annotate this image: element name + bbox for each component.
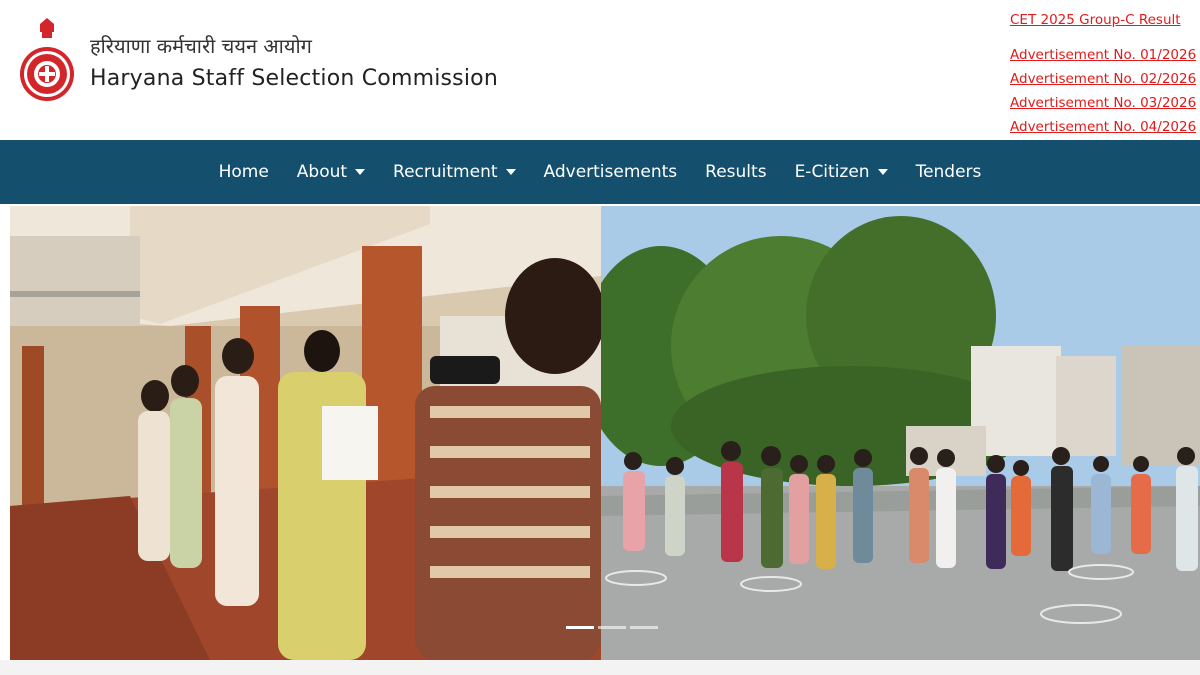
nav-item-results[interactable]: Results (691, 162, 780, 182)
site-header: हरियाणा कर्मचारी चयन आयोग Haryana Staff … (0, 0, 1200, 140)
hero-banner-carousel[interactable] (10, 206, 1200, 660)
nav-item-about[interactable]: About (283, 162, 379, 182)
link-advertisement-02[interactable]: Advertisement No. 02/2026 (1010, 67, 1196, 91)
nav-item-home[interactable]: Home (205, 162, 283, 182)
link-advertisement-03[interactable]: Advertisement No. 03/2026 (1010, 91, 1196, 115)
link-advertisement-04[interactable]: Advertisement No. 04/2026 (1010, 115, 1196, 139)
carousel-indicator-2[interactable] (598, 626, 626, 629)
chevron-down-icon (877, 169, 888, 175)
page-bottom-strip (0, 660, 1200, 675)
nav-item-advertisements[interactable]: Advertisements (530, 162, 692, 182)
nav-item-recruitment[interactable]: Recruitment (379, 162, 529, 182)
nav-item-tenders[interactable]: Tenders (902, 162, 996, 182)
carousel-indicators (566, 626, 658, 629)
carousel-indicator-1[interactable] (566, 626, 594, 629)
link-cet-result[interactable]: CET 2025 Group-C Result (1010, 8, 1190, 32)
main-navigation: Home About Recruitment Advertisements Re… (0, 140, 1200, 204)
announcement-links: CET 2025 Group-C Result Advertisement No… (1010, 8, 1196, 139)
nav-item-e-citizen[interactable]: E-Citizen (781, 162, 902, 182)
chevron-down-icon (505, 169, 516, 175)
link-advertisement-01[interactable]: Advertisement No. 01/2026 (1010, 43, 1196, 67)
state-emblem-icon[interactable] (18, 18, 76, 108)
carousel-indicator-3[interactable] (630, 626, 658, 629)
site-title-english: Haryana Staff Selection Commission (90, 66, 498, 91)
banner-photo-indoor-queue (10, 206, 601, 660)
banner-photo-outdoor-queue (601, 206, 1200, 660)
site-title-hindi: हरियाणा कर्मचारी चयन आयोग (90, 34, 312, 58)
chevron-down-icon (355, 169, 366, 175)
